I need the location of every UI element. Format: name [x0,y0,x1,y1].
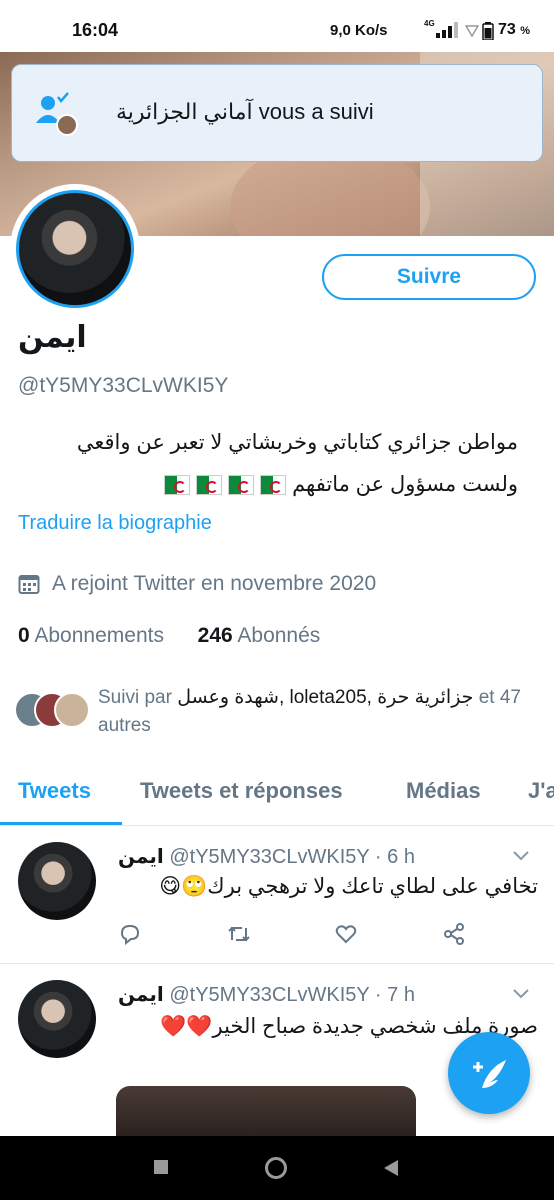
tab-tweets[interactable]: Tweets [18,778,91,804]
like-icon[interactable] [334,922,358,946]
share-icon[interactable] [442,922,466,946]
followed-by-text: Suivi par شهدة وعسل, loleta205, جزائرية … [98,687,521,736]
avatar[interactable] [18,842,96,920]
compose-icon [473,1060,506,1088]
follow-notification-toast[interactable]: آماني الجزائرية vous a suivi [11,64,543,162]
retweet-icon[interactable] [226,922,252,946]
tab-media[interactable]: Médias [406,778,481,804]
followed-by-avatars [14,692,94,732]
home-icon[interactable] [264,1156,288,1180]
algeria-flag-icon [228,475,255,496]
active-tab-indicator [0,822,122,825]
wifi-off-icon [465,25,479,38]
calendar-icon [18,575,40,594]
recent-apps-icon[interactable] [152,1158,170,1176]
tweet-media-image[interactable] [116,1086,416,1136]
avatar-photo [16,190,134,308]
tweet-text: تخافي على لطاي تاعك ولا ترهجي برك🙄😋 [159,875,538,898]
following-link[interactable]: 0 Abonnements [18,624,164,647]
tweet-header: ايمن @tY5MY33CLvWKI5Y · 7 h [118,984,415,1006]
system-nav-bar [0,1136,554,1200]
battery-icon [482,22,494,40]
chevron-down-icon[interactable] [512,850,530,862]
profile-handle: @tY5MY33CLvWKI5Y [18,374,229,397]
tweet[interactable]: ايمن @tY5MY33CLvWKI5Y · 6 h تخافي على لط… [0,826,554,964]
follow-notification-icon [36,92,78,136]
algeria-flag-icon [260,475,287,496]
compose-tweet-button[interactable] [448,1032,530,1114]
follow-button[interactable]: Suivre [322,254,536,300]
notification-text: آماني الجزائرية vous a suivi [116,99,374,124]
followers-link[interactable]: 246 Abonnés [198,624,321,647]
followed-by-row[interactable]: Suivi par شهدة وعسل, loleta205, جزائرية … [14,684,544,744]
status-bar: 16:04 9,0 Ko/s 4G 73 % [0,0,554,52]
algeria-flag-icon [196,475,223,496]
profile-bio: مواطن جزائري كتاباتي وخربشاتي لا تعبر عن… [18,422,518,506]
join-date: A rejoint Twitter en novembre 2020 [18,572,376,596]
network-speed: 9,0 Ko/s [330,22,388,39]
battery-percent: 73 % [498,21,531,38]
chevron-down-icon[interactable] [512,988,530,1000]
reply-icon[interactable] [118,922,142,946]
avatar [54,692,90,728]
tab-likes[interactable]: J'aime [528,778,554,804]
status-time: 16:04 [72,20,119,40]
avatar[interactable] [18,980,96,1058]
translate-bio-link[interactable]: Traduire la biographie [18,512,212,535]
tweet-actions [118,922,488,950]
follow-stats: 0 Abonnements 246 Abonnés [18,624,320,648]
bio-line-2: ولست مسؤول عن ماتفهم [18,464,518,506]
bio-line-1: مواطن جزائري كتاباتي وخربشاتي لا تعبر عن… [76,431,518,454]
profile-tabs: Tweets Tweets et réponses Médias J'aime [0,766,554,826]
signal-icon [436,22,458,38]
algeria-flag-icon [164,475,191,496]
tweet-header: ايمن @tY5MY33CLvWKI5Y · 6 h [118,846,415,868]
profile-name: ايمن [18,321,87,354]
tab-tweets-replies[interactable]: Tweets et réponses [140,778,343,804]
network-type: 4G [424,19,435,28]
back-icon[interactable] [382,1158,400,1178]
profile-avatar[interactable] [10,184,140,314]
